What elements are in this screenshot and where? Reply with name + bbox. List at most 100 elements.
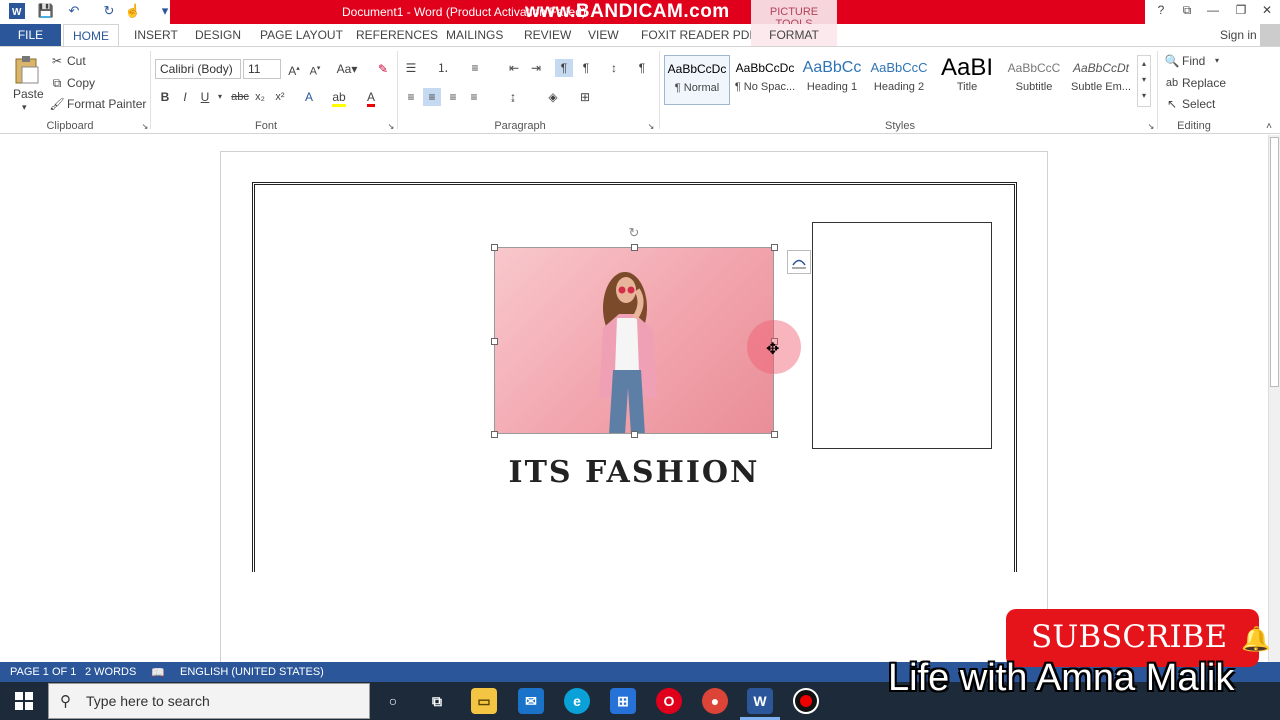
page-count[interactable]: PAGE 1 OF 1 [10,666,76,678]
style-heading-2[interactable]: AaBbCcC Heading 2 [866,55,932,105]
change-case-icon[interactable]: Aa▾ [334,60,360,78]
word-taskbar-icon[interactable]: W [747,688,773,714]
resize-handle[interactable] [771,244,778,251]
decrease-indent-icon[interactable]: ⇤ [505,59,523,77]
style-normal[interactable]: AaBbCcDc ¶ Normal [664,55,730,105]
underline-dropdown-icon[interactable]: ▾ [211,88,229,106]
styles-scroll-icon[interactable]: ▴ ▾ ▾ [1137,55,1151,107]
tab-page-layout[interactable]: PAGE LAYOUT [260,28,343,42]
bold-icon[interactable]: B [156,88,174,106]
cut-button[interactable]: Cut [67,54,86,68]
format-painter-icon[interactable]: 🖌 [48,95,66,113]
windows-start-icon[interactable] [11,688,37,714]
tab-file[interactable]: FILE [0,24,61,46]
find-button[interactable]: Find [1182,54,1205,68]
tab-view[interactable]: VIEW [588,28,619,42]
tab-format[interactable]: FORMAT [751,24,837,46]
style-subtle-emphasis[interactable]: AaBbCcDt Subtle Em... [1068,55,1134,105]
paste-dropdown-icon[interactable]: ▾ [22,102,27,113]
tab-insert[interactable]: INSERT [134,28,178,42]
tab-design[interactable]: DESIGN [195,28,241,42]
cortana-icon[interactable]: ○ [380,688,406,714]
find-dropdown-icon[interactable]: ▾ [1208,52,1226,70]
store-icon[interactable]: ⊞ [610,688,636,714]
highlight-icon[interactable]: ab [330,88,348,107]
restore-button[interactable]: ❐ [1230,3,1252,21]
user-avatar[interactable] [1260,24,1280,46]
font-size-combo[interactable]: 11 [243,59,281,79]
clear-formatting-icon[interactable]: ✎ [374,60,392,78]
file-explorer-icon[interactable]: ▭ [471,688,497,714]
align-right-icon[interactable]: ≡ [444,88,462,106]
copy-button[interactable]: Copy [67,76,95,90]
tab-foxit[interactable]: FOXIT READER PDF [641,28,757,42]
superscript-icon[interactable]: x² [271,88,289,106]
document-heading[interactable]: ITS FASHION [494,455,774,490]
style-no-spacing[interactable]: AaBbCcDc ¶ No Spac... [732,55,798,105]
ribbon-display-button[interactable]: ⧉ [1176,3,1198,21]
minimize-button[interactable]: — [1202,3,1224,21]
bullets-icon[interactable]: ☰ [402,59,420,77]
style-subtitle[interactable]: AaBbCcC Subtitle [1001,55,1067,105]
taskbar-search-input[interactable]: Type here to search [48,683,370,719]
close-button[interactable]: ✕ [1256,3,1278,21]
select-icon[interactable]: ↖ [1163,95,1181,113]
resize-handle[interactable] [491,431,498,438]
replace-icon[interactable]: ab [1163,74,1181,92]
format-painter-button[interactable]: Format Painter [67,97,146,111]
shading-icon[interactable]: ◈ [544,88,562,106]
bandicam-icon[interactable] [793,688,819,714]
resize-handle[interactable] [491,244,498,251]
scroll-thumb[interactable] [1270,137,1279,387]
show-marks-icon[interactable]: ¶ [633,59,651,77]
style-heading-1[interactable]: AaBbCc Heading 1 [799,55,865,105]
paragraph-launcher-icon[interactable]: ↘ [642,118,660,136]
font-name-combo[interactable]: Calibri (Body) [155,59,241,79]
sign-in-link[interactable]: Sign in [1220,28,1257,42]
line-spacing-icon[interactable]: ↨ [504,88,522,106]
edge-icon[interactable]: e [564,688,590,714]
tab-references[interactable]: REFERENCES [356,28,438,42]
resize-handle[interactable] [771,431,778,438]
tab-mailings[interactable]: MAILINGS [446,28,503,42]
rtl-icon[interactable]: ¶ [577,59,595,77]
language-status[interactable]: ENGLISH (UNITED STATES) [180,666,324,678]
clipboard-launcher-icon[interactable]: ↘ [136,118,154,136]
subscript-icon[interactable]: x₂ [251,88,269,106]
help-button[interactable]: ? [1150,3,1172,21]
align-center-icon[interactable]: ≡ [423,88,441,106]
mail-icon[interactable]: ✉ [518,688,544,714]
chrome-icon[interactable]: ● [702,688,728,714]
touch-mode-icon[interactable]: ☝ [124,2,142,20]
text-box[interactable] [812,222,992,449]
shrink-font-icon[interactable]: A▾ [306,60,324,78]
rotate-handle-icon[interactable]: ↻ [627,226,641,240]
fashion-photo[interactable] [494,247,774,434]
find-icon[interactable]: 🔍 [1163,52,1181,70]
style-title[interactable]: AaBI Title [934,55,1000,105]
tab-review[interactable]: REVIEW [524,28,571,42]
increase-indent-icon[interactable]: ⇥ [527,59,545,77]
word-count[interactable]: 2 WORDS [85,666,136,678]
multilevel-list-icon[interactable]: ≡ [466,59,484,77]
replace-button[interactable]: Replace [1182,76,1226,90]
align-left-icon[interactable]: ≡ [402,88,420,106]
strikethrough-icon[interactable]: abc [229,88,251,106]
paste-button[interactable]: Paste [13,87,44,101]
redo-icon[interactable]: ↻ [100,2,118,20]
opera-icon[interactable]: O [656,688,682,714]
paste-icon[interactable] [12,55,40,85]
undo-icon[interactable]: ↶ [65,2,83,20]
font-color-icon[interactable]: A [362,88,380,107]
justify-icon[interactable]: ≡ [465,88,483,106]
ltr-icon[interactable]: ¶ [555,59,573,77]
resize-handle[interactable] [491,338,498,345]
resize-handle[interactable] [631,244,638,251]
tab-home[interactable]: HOME [63,24,119,48]
copy-icon[interactable]: ⧉ [48,74,66,92]
sort-icon[interactable]: ↕ [605,59,623,77]
select-button[interactable]: Select [1182,97,1215,111]
collapse-ribbon-icon[interactable]: ˄ [1260,118,1278,136]
vertical-scrollbar[interactable] [1268,135,1280,662]
borders-icon[interactable]: ⊞ [576,88,594,106]
